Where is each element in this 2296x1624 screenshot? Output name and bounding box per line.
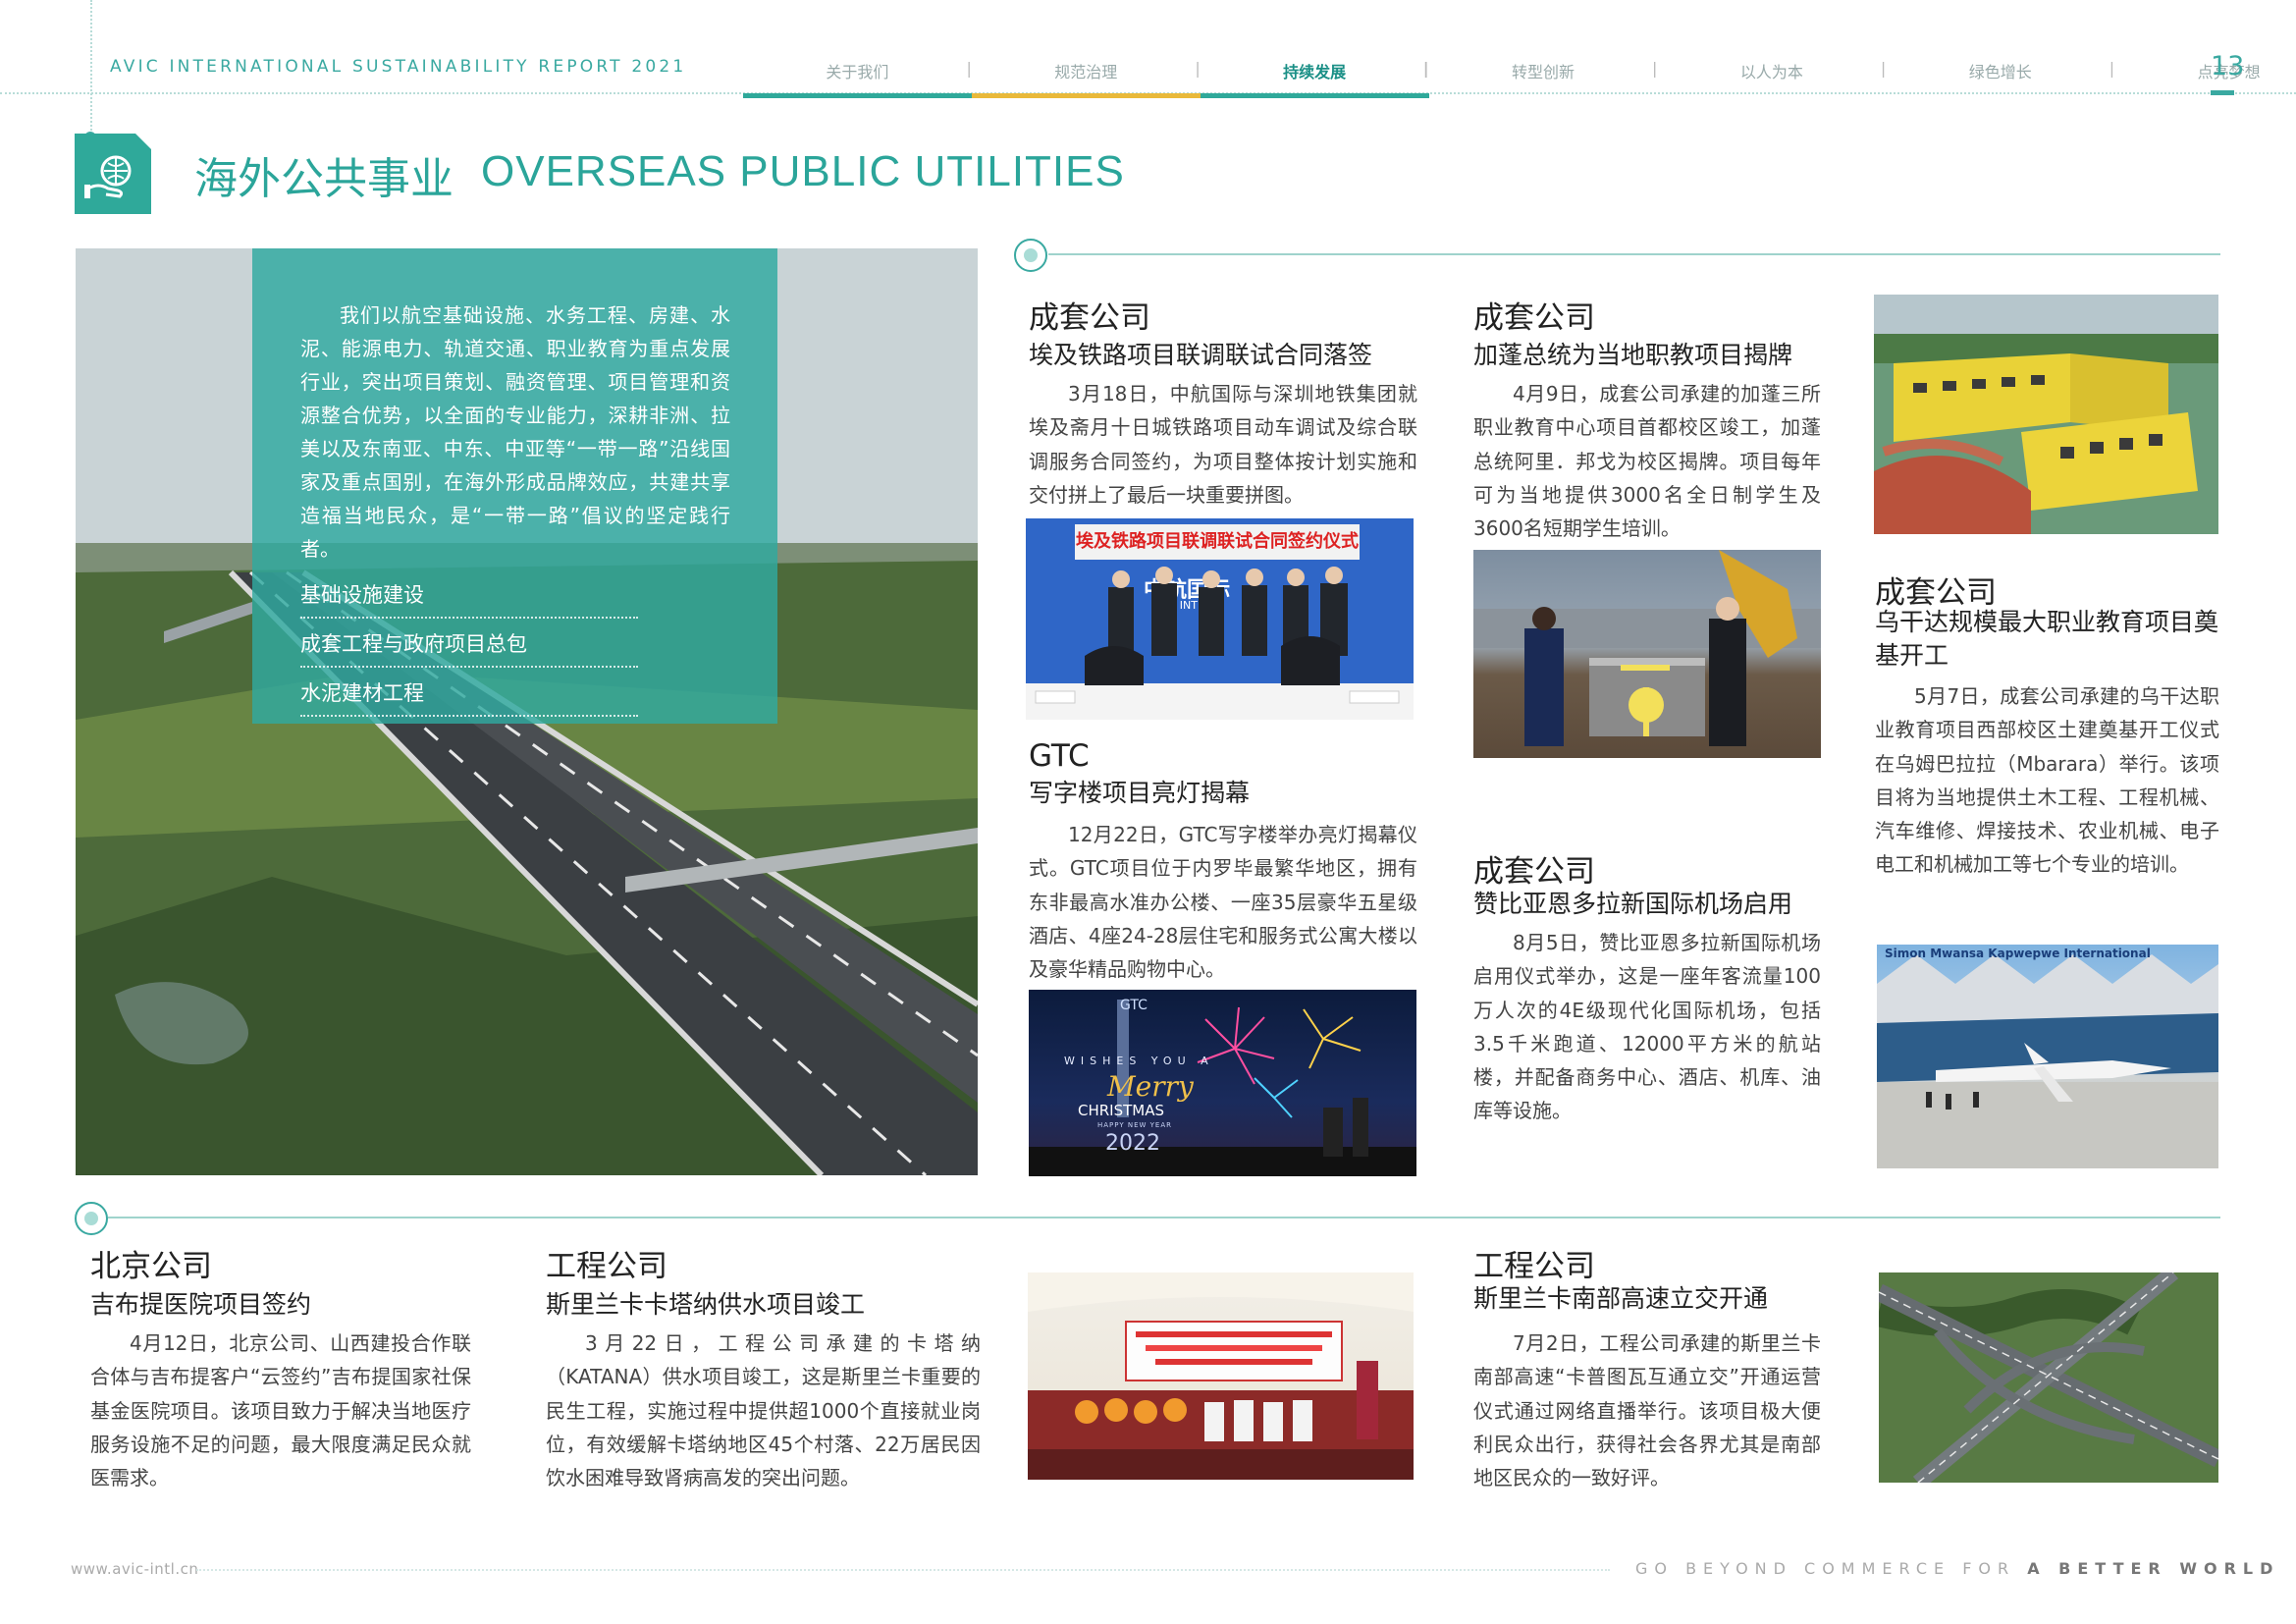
nav-item-people[interactable]: 以人为本 | [1657,47,1886,94]
gabon-school-photo [1874,295,2218,534]
nav-item-sustainable-development[interactable]: 持续发展 | [1200,47,1429,98]
footer-divider [196,1569,1610,1571]
divider-line-bottom [108,1217,2220,1218]
egypt-company: 成套公司 [1029,300,1150,336]
nav-item-label: 绿色增长 [1968,63,2032,81]
nav-item-about[interactable]: 关于我们 | [743,47,972,98]
signing-people-illustration [1026,567,1414,720]
uganda-body: 5月7日，成套公司承建的乌干达职业教育项目西部校区土建奠基开工仪式在乌姆巴拉拉（… [1875,684,2219,877]
gabon-title: 加蓬总统为当地职教项目揭牌 [1473,341,1793,369]
hero-intro-text: 我们以航空基础设施、水务工程、房建、水泥、能源电力、轨道交通、职业教育为重点发展… [300,303,730,561]
nav-item-governance[interactable]: 规范治理 | [971,47,1201,98]
globe-hand-icon [84,155,132,198]
nav-item-label: 转型创新 [1512,63,1575,81]
airport-terminal-illustration [1877,954,2218,1168]
section-icon-tile [75,134,151,214]
djibouti-title: 吉布提医院项目签约 [90,1290,312,1319]
photo-newyear: HAPPY NEW YEAR [1097,1121,1172,1129]
katana-company: 工程公司 [546,1249,667,1284]
uganda-title: 乌干达规模最大职业教育项目奠基开工 [1875,608,2219,670]
airport-sign: Simon Mwansa Kapwepwe International [1885,947,2151,960]
egypt-body: 3月18日，中航国际与深圳地铁集团就埃及斋月十日城铁路项目动车调试及综合联调服务… [1029,382,1417,507]
fireworks-illustration [1029,1000,1416,1176]
gabon-company: 成套公司 [1473,300,1595,336]
nav-item-green[interactable]: 绿色增长 | [1886,47,2114,94]
zambia-body: 8月5日，赞比亚恩多拉新国际机场启用仪式举办，这是一座年客流量100万人次的4E… [1473,931,1821,1123]
gtc-christmas-photo: GTC WISHES YOU A Merry CHRISTMAS HAPPY N… [1029,990,1416,1176]
section-title-cn: 海外公共事业 [194,154,454,204]
gtc-body: 12月22日，GTC写字楼举办亮灯揭幕仪式。GTC项目位于内罗毕最繁华地区，拥有… [1029,823,1417,982]
photo-wishes: WISHES YOU A [1064,1055,1214,1067]
nav-item-label: 关于我们 [826,63,889,81]
nav-underline-active [1200,93,1429,98]
footer-slogan-bold: A BETTER WORLD [2027,1559,2280,1578]
hero-link-cement[interactable]: 水泥建材工程 [300,677,638,717]
divider-icon [1014,239,1047,272]
nav-item-label: 持续发展 [1283,63,1347,81]
katana-body: 3月22日，工程公司承建的卡塔纳（KATANA）供水项目竣工，这是斯里兰卡重要的… [546,1331,981,1490]
photo-christmas: CHRISTMAS [1078,1102,1165,1119]
divider-line-top [1048,253,2220,255]
footer-slogan: GO BEYOND COMMERCE FOR A BETTER WORLD [1635,1559,2279,1578]
school-buildings-illustration [1874,295,2218,534]
ceremony-tent-illustration [1028,1272,1414,1480]
page-number: 13 [2211,51,2245,81]
nav-item-label: 以人为本 [1739,63,1803,81]
nav-item-label: 规范治理 [1054,63,1118,81]
gtc-brand: GTC [1120,998,1148,1013]
footer-slogan-light: GO BEYOND COMMERCE FOR [1635,1559,2016,1578]
header-vertical-dots [90,0,92,137]
interchange-illustration [1879,1272,2218,1483]
katana-title: 斯里兰卡卡塔纳供水项目竣工 [546,1290,866,1319]
djibouti-company: 北京公司 [90,1249,212,1284]
expressway-body: 7月2日，工程公司承建的斯里兰卡南部高速“卡普图瓦互通立交”开通运营仪式通过网络… [1473,1331,1821,1490]
nav-underline [971,93,1201,98]
expressway-title: 斯里兰卡南部高速立交开通 [1473,1284,1769,1313]
divider-icon [75,1202,108,1235]
gtc-company: GTC [1029,738,1090,774]
gabon-plaque-photo [1473,550,1821,758]
nav-underline [743,93,972,98]
egypt-title: 埃及铁路项目联调联试合同落签 [1029,341,1373,369]
report-title: AVIC INTERNATIONAL SUSTAINABILITY REPORT… [110,57,687,77]
expressway-interchange-photo [1879,1272,2218,1483]
nav-item-innovation[interactable]: 转型创新 | [1429,47,1657,94]
photo-merry: Merry [1107,1070,1194,1103]
section-nav: 关于我们 | 规范治理 | 持续发展 | 转型创新 | 以人为本 | 绿色增长 … [743,47,2296,98]
section-title-en: OVERSEAS PUBLIC UTILITIES [481,147,1125,195]
djibouti-body: 4月12日，北京公司、山西建投合作联合体与吉布提客户“云签约”吉布提国家社保基金… [90,1331,471,1490]
footer-url[interactable]: www.avic-intl.cn [71,1560,198,1578]
plaque-ceremony-illustration [1473,550,1821,746]
nav-item-dreams[interactable]: 点亮梦想 | [2114,47,2296,94]
hero-link-government-projects[interactable]: 成套工程与政府项目总包 [300,628,638,668]
zambia-airport-photo: Simon Mwansa Kapwepwe International [1877,945,2218,1168]
katana-ceremony-photo [1028,1272,1414,1480]
egypt-signing-photo: 埃及铁路项目联调联试合同签约仪式 中航国际 AVIC INTL [1026,518,1414,720]
photo-year: 2022 [1105,1131,1160,1156]
zambia-title: 赞比亚恩多拉新国际机场启用 [1473,890,1793,918]
hero-link-infrastructure[interactable]: 基础设施建设 [300,579,638,619]
page-number-underline [2211,90,2234,95]
gabon-body: 4月9日，成套公司承建的加蓬三所职业教育中心项目首都校区竣工，加蓬总统阿里．邦戈… [1473,382,1821,541]
gtc-title: 写字楼项目亮灯揭幕 [1029,779,1251,807]
